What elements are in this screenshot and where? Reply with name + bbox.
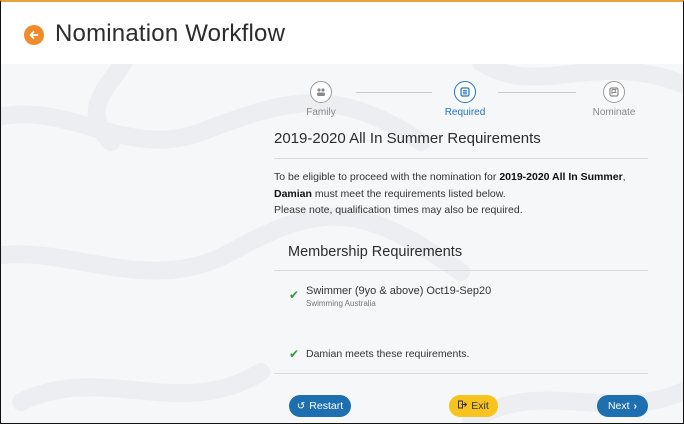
restart-button[interactable]: ↺ Restart xyxy=(289,395,351,417)
back-button[interactable] xyxy=(24,25,44,45)
check-icon: ✔ xyxy=(289,347,300,361)
step-label: Required xyxy=(444,107,486,118)
chevron-right-icon: › xyxy=(633,400,638,412)
restart-icon: ↺ xyxy=(296,400,306,412)
exit-label: Exit xyxy=(471,400,489,412)
requirement-item: ✔ Swimmer (9yo & above) Oct19-Sep20 Swim… xyxy=(289,285,491,308)
header-bar: Nomination Workflow xyxy=(1,2,683,64)
stepper-connector xyxy=(356,92,432,93)
stepper-connector xyxy=(498,92,576,93)
divider xyxy=(274,373,648,374)
family-icon xyxy=(310,81,332,103)
divider xyxy=(274,270,648,271)
step-required[interactable]: Required xyxy=(425,81,505,118)
intro-comma: , xyxy=(622,171,626,183)
arrow-left-icon xyxy=(29,31,39,39)
restart-label: Restart xyxy=(309,400,344,412)
exit-icon xyxy=(458,400,468,412)
requirements-summary: ✔ Damian meets these requirements. xyxy=(289,347,469,361)
intro-prefix: To be eligible to proceed with the nomin… xyxy=(274,171,500,183)
person-name: Damian xyxy=(274,187,312,200)
list-icon xyxy=(454,81,476,103)
page-title: Nomination Workflow xyxy=(55,20,286,47)
exit-button[interactable]: Exit xyxy=(449,395,498,417)
divider xyxy=(274,158,648,159)
next-button[interactable]: Next › xyxy=(597,395,648,417)
requirement-name: Swimmer (9yo & above) Oct19-Sep20 xyxy=(306,285,492,297)
section-title: Membership Requirements xyxy=(288,244,463,260)
intro-note: Please note, qualification times may als… xyxy=(274,204,523,216)
step-label: Family xyxy=(306,107,336,118)
check-icon: ✔ xyxy=(289,288,300,302)
next-label: Next xyxy=(607,400,630,412)
intro-text: To be eligible to proceed with the nomin… xyxy=(274,169,648,219)
step-family[interactable]: Family xyxy=(281,81,361,118)
flag-icon xyxy=(603,81,625,103)
app-window: Nomination Workflow Family Required Nomi… xyxy=(0,0,684,424)
summary-text: Damian meets these requirements. xyxy=(306,348,470,360)
intro-suffix: must meet the requirements listed below. xyxy=(311,187,506,200)
event-name: 2019-2020 All In Summer xyxy=(499,171,623,183)
step-label: Nominate xyxy=(592,107,636,118)
requirements-title: 2019-2020 All In Summer Requirements xyxy=(274,130,541,147)
step-nominate[interactable]: Nominate xyxy=(574,81,654,118)
requirement-org: Swimming Australia xyxy=(306,299,376,308)
